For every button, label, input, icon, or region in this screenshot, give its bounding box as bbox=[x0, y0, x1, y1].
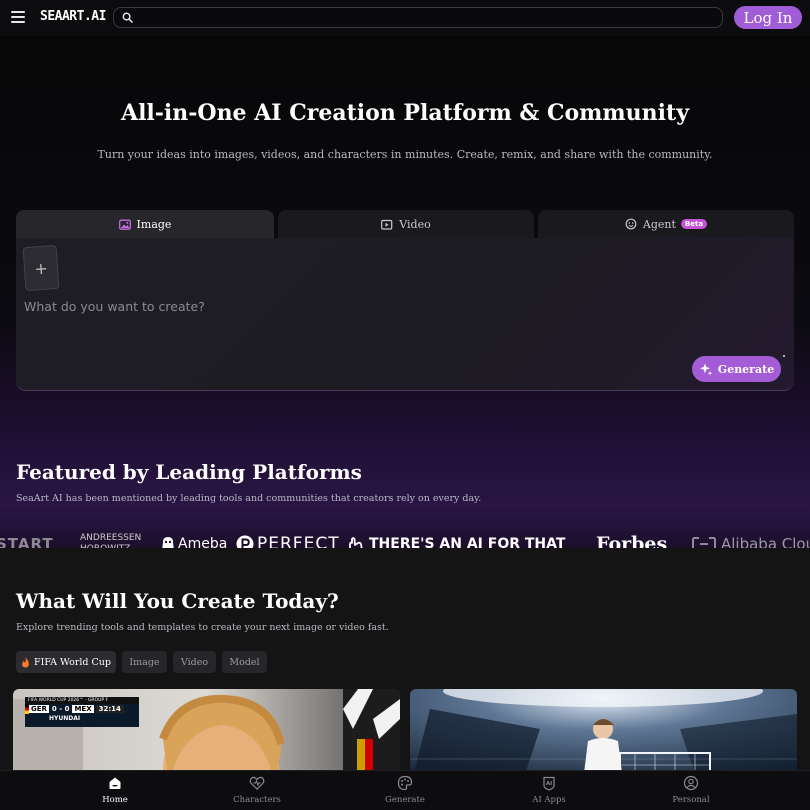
ai-apps-icon: AI bbox=[543, 776, 555, 791]
chip-fifa-world-cup[interactable]: FIFA World Cup bbox=[16, 651, 116, 673]
hero-section: All-in-One AI Creation Platform & Commun… bbox=[0, 36, 810, 555]
nav-home[interactable]: Home bbox=[65, 775, 165, 809]
prompt-input[interactable] bbox=[24, 296, 684, 316]
image-icon bbox=[118, 219, 131, 230]
tab-image[interactable]: Image bbox=[16, 210, 274, 238]
fire-icon bbox=[22, 657, 29, 667]
seaart-logo[interactable]: SEAART.AI bbox=[40, 9, 106, 24]
create-title: What Will You Create Today? bbox=[16, 589, 339, 613]
nav-ai-apps[interactable]: AI AI Apps bbox=[499, 775, 599, 809]
ai-apps-icon-text: AI bbox=[546, 781, 552, 787]
video-icon bbox=[381, 219, 393, 230]
hero-title: All-in-One AI Creation Platform & Commun… bbox=[121, 100, 689, 126]
upload-reference-button[interactable]: + bbox=[22, 244, 60, 292]
scoreboard-team-home: GER bbox=[29, 705, 49, 713]
nav-characters[interactable]: Characters bbox=[207, 775, 307, 809]
tab-agent-label: Agent bbox=[642, 217, 676, 231]
scoreboard-sponsor: HYUNDAI bbox=[49, 715, 81, 722]
nav-generate-label: Generate bbox=[385, 795, 425, 805]
agent-icon bbox=[625, 218, 637, 230]
tab-video-label: Video bbox=[399, 217, 431, 231]
sparkle-icon bbox=[699, 363, 712, 376]
hamburger-menu-icon[interactable] bbox=[11, 11, 25, 23]
create-subtitle: Explore trending tools and templates to … bbox=[16, 622, 389, 633]
nav-characters-label: Characters bbox=[233, 795, 281, 805]
top-header: SEAART.AI Log In bbox=[0, 0, 810, 36]
tab-agent[interactable]: Agent Beta bbox=[538, 210, 794, 238]
user-icon bbox=[683, 775, 699, 791]
scoreboard-score: 0 - 0 bbox=[51, 705, 70, 713]
nav-personal-label: Personal bbox=[672, 795, 710, 805]
palette-icon bbox=[397, 775, 413, 791]
chip-image[interactable]: Image bbox=[122, 651, 167, 673]
nav-ai-apps-label: AI Apps bbox=[532, 795, 566, 805]
login-button[interactable]: Log In bbox=[734, 6, 802, 29]
chip-model[interactable]: Model bbox=[222, 651, 267, 673]
nav-home-label: Home bbox=[102, 795, 128, 805]
beta-badge: Beta bbox=[680, 219, 708, 229]
prompt-panel: + Generate bbox=[16, 238, 794, 391]
scoreboard-clock: 32:14 bbox=[95, 705, 124, 713]
characters-heart-icon bbox=[249, 776, 265, 790]
nav-generate[interactable]: Generate bbox=[355, 775, 455, 809]
generate-button[interactable]: Generate bbox=[692, 356, 781, 382]
scoreboard-overlay: FIFA WORLD CUP 2026™ · GROUP F GER 0 - 0… bbox=[25, 697, 139, 727]
home-icon bbox=[109, 777, 121, 789]
featured-subtitle: SeaArt AI has been mentioned by leading … bbox=[16, 493, 482, 504]
generate-button-label: Generate bbox=[717, 362, 775, 376]
scoreboard-team-away: MEX bbox=[72, 705, 94, 713]
bottom-navigation: Home Characters Generate AI AI Apps Pers… bbox=[0, 770, 810, 810]
scoreboard-row: GER 0 - 0 MEX 32:14 bbox=[25, 704, 139, 714]
search-icon bbox=[122, 12, 133, 23]
tab-video[interactable]: Video bbox=[278, 210, 534, 238]
hero-subtitle: Turn your ideas into images, videos, and… bbox=[97, 148, 713, 161]
tab-image-label: Image bbox=[136, 217, 172, 231]
nav-personal[interactable]: Personal bbox=[641, 775, 741, 809]
decorative-dot bbox=[783, 355, 785, 357]
chip-fifa-label: FIFA World Cup bbox=[34, 656, 111, 668]
creation-tabs: Image Video Agent Beta bbox=[16, 210, 794, 238]
featured-title: Featured by Leading Platforms bbox=[16, 460, 362, 484]
search-input[interactable] bbox=[140, 10, 710, 25]
scoreboard-event: FIFA WORLD CUP 2026™ · GROUP F bbox=[25, 697, 139, 704]
chip-video[interactable]: Video bbox=[173, 651, 216, 673]
search-bar[interactable] bbox=[113, 7, 723, 28]
